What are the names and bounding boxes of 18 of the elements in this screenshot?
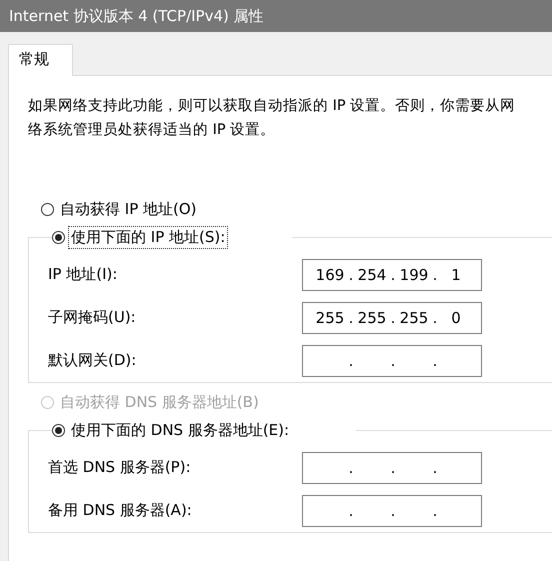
field-label: 默认网关(D): — [48, 351, 138, 370]
ip-address-field[interactable]: . . . — [302, 494, 482, 526]
field-label: 备用 DNS 服务器(A): — [48, 501, 193, 520]
radio-icon[interactable] — [52, 231, 65, 244]
ip-address-field[interactable]: . . . — [302, 452, 482, 484]
field-label: 首选 DNS 服务器(P): — [48, 458, 192, 477]
field-label: IP 地址(I): — [48, 265, 118, 284]
radio-icon[interactable] — [52, 424, 65, 437]
description-text: 如果网络支持此功能，则可以获取自动指派的 IP 设置。否则，你需要从网络系统管理员处获得适当的 IP 设置。 — [28, 97, 516, 140]
ip-address-field[interactable]: . . . — [302, 344, 482, 376]
radio-option[interactable]: 自动获得 IP 地址(O) — [41, 198, 552, 220]
radio-icon[interactable] — [41, 202, 54, 216]
ip-address-field[interactable]: 255 . 255 . 255 . 0 — [302, 302, 482, 334]
ip-address-field[interactable]: 169 . 254 . 199 . 1 — [302, 258, 482, 290]
tab[interactable]: 常规 — [8, 44, 73, 76]
radio-option[interactable]: 使用下面的 DNS 服务器地址(E): — [52, 419, 292, 442]
field-label: 子网掩码(U): — [48, 308, 137, 327]
window-title: Internet 协议版本 4 (TCP/IPv4) 属性 — [9, 6, 264, 26]
